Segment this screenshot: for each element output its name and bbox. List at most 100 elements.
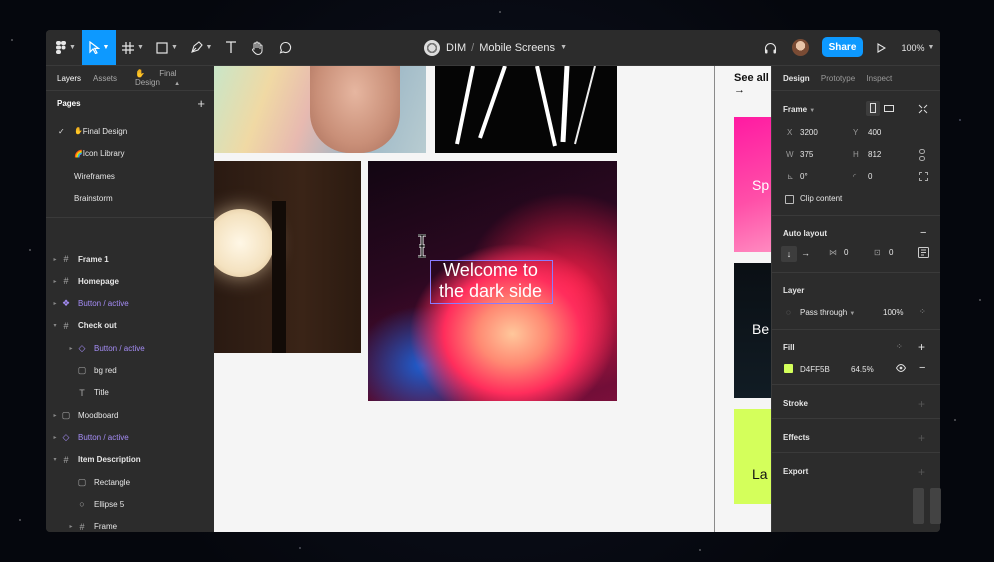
fill-color-swatch[interactable] bbox=[784, 364, 793, 373]
layer-row[interactable]: ▸ ◇ Button / active bbox=[46, 339, 234, 357]
tab-layers[interactable]: Layers bbox=[57, 74, 81, 83]
x-input[interactable]: 3200 bbox=[800, 128, 818, 137]
hero-heading[interactable]: Welcome to the dark side bbox=[430, 260, 551, 302]
frame-tool-button[interactable]: ▼ bbox=[118, 30, 148, 65]
page-item[interactable]: Wireframes bbox=[46, 167, 226, 185]
add-effect-icon[interactable]: + bbox=[918, 431, 925, 445]
layer-row[interactable]: ▸ # Frame bbox=[46, 518, 234, 532]
layer-row[interactable]: ▢ Rectangle bbox=[46, 473, 234, 491]
expand-right-icon[interactable]: ▸ bbox=[50, 300, 60, 307]
pink-card[interactable]: Sp bbox=[734, 117, 771, 252]
tab-assets[interactable]: Assets bbox=[93, 74, 117, 83]
constrain-proportions-icon[interactable] bbox=[919, 149, 925, 163]
tab-prototype[interactable]: Prototype bbox=[821, 74, 855, 83]
visibility-options-icon[interactable]: ⁘ bbox=[919, 307, 926, 316]
rotation-input[interactable]: 0° bbox=[800, 172, 808, 181]
file-title[interactable]: DIM / Mobile Screens ▼ bbox=[424, 30, 567, 65]
comment-tool-button[interactable] bbox=[274, 30, 296, 65]
layer-label: Ellipse 5 bbox=[94, 499, 125, 509]
main-menu-button[interactable]: ▼ bbox=[50, 30, 82, 65]
see-all-link[interactable]: See all → bbox=[734, 72, 771, 96]
add-export-icon[interactable]: + bbox=[918, 465, 925, 479]
independent-corners-icon[interactable] bbox=[919, 172, 928, 183]
expand-down-icon[interactable]: ▾ bbox=[50, 456, 60, 463]
eye-icon[interactable] bbox=[895, 363, 907, 374]
neon-lines-photo[interactable] bbox=[435, 66, 617, 153]
layer-row[interactable]: ▸ # Frame 1 bbox=[46, 250, 218, 268]
text-tool-button[interactable] bbox=[220, 30, 242, 65]
hand-tool-button[interactable] bbox=[246, 30, 268, 65]
remove-auto-layout-icon[interactable]: − bbox=[920, 227, 926, 239]
page-item[interactable]: Brainstorm bbox=[46, 190, 226, 208]
resize-to-fit-icon[interactable] bbox=[918, 104, 928, 116]
w-input[interactable]: 375 bbox=[800, 150, 813, 159]
padding-input[interactable]: 0 bbox=[889, 248, 893, 257]
page-item[interactable]: ✓ ✋ Final Design bbox=[46, 122, 226, 140]
expand-right-icon[interactable]: ▸ bbox=[50, 256, 60, 263]
page-item[interactable]: 🌈 Icon Library bbox=[46, 145, 226, 163]
effects-header[interactable]: Effects bbox=[783, 433, 810, 442]
layer-row[interactable]: ▢ bg red bbox=[46, 362, 234, 380]
layer-row[interactable]: ▾ # Check out bbox=[46, 317, 218, 335]
fill-styles-icon[interactable]: ⁘ bbox=[896, 342, 903, 351]
vertical-direction-button[interactable]: ↓ bbox=[781, 246, 797, 262]
hand-photo[interactable] bbox=[214, 66, 426, 153]
horizontal-direction-button[interactable]: → bbox=[801, 248, 810, 258]
page-label: Brainstorm bbox=[74, 194, 113, 203]
team-logo-icon bbox=[424, 39, 440, 56]
page-switcher[interactable]: ✋ Final Design ▲ bbox=[135, 69, 202, 87]
dark-card[interactable]: Be bbox=[734, 263, 771, 398]
layer-row[interactable]: ▸ # Homepage bbox=[46, 272, 218, 290]
user-avatar[interactable] bbox=[792, 39, 809, 56]
layer-row[interactable]: ▸ ▢ Moodboard bbox=[46, 406, 218, 424]
stroke-header[interactable]: Stroke bbox=[783, 399, 808, 408]
page-label: Wireframes bbox=[74, 171, 115, 181]
expand-right-icon[interactable]: ▸ bbox=[50, 278, 60, 285]
cursor-arrow-icon bbox=[88, 41, 100, 54]
audio-button[interactable] bbox=[760, 30, 780, 65]
clip-content-checkbox[interactable] bbox=[785, 195, 794, 204]
y-input[interactable]: 400 bbox=[868, 128, 881, 137]
canvas[interactable]: Welcome to the dark side See all → Sp Be… bbox=[214, 66, 771, 532]
add-fill-icon[interactable]: + bbox=[918, 340, 925, 354]
export-header[interactable]: Export bbox=[783, 467, 808, 476]
landscape-toggle[interactable] bbox=[884, 105, 894, 114]
layer-row[interactable]: ▸ ❖ Button / active bbox=[46, 295, 218, 313]
shape-tool-button[interactable]: ▼ bbox=[152, 30, 182, 65]
portrait-toggle[interactable] bbox=[866, 101, 880, 116]
frame-type-dropdown[interactable]: Frame ▼ bbox=[783, 105, 815, 114]
layer-opacity-input[interactable]: 100% bbox=[883, 308, 903, 317]
move-tool-button[interactable]: ▼ bbox=[82, 30, 116, 65]
zoom-level: 100% bbox=[901, 42, 925, 53]
tab-inspect[interactable]: Inspect bbox=[866, 74, 892, 83]
panel-divider bbox=[46, 217, 214, 218]
expand-right-icon[interactable]: ▸ bbox=[50, 434, 60, 441]
corner-radius-input[interactable]: 0 bbox=[868, 172, 872, 181]
layer-row[interactable]: ▸ ◇ Button / active bbox=[46, 428, 218, 446]
fill-hex-input[interactable]: D4FF5B bbox=[800, 365, 830, 374]
layer-row[interactable]: ▾ # Item Description bbox=[46, 451, 218, 469]
expand-right-icon[interactable]: ▸ bbox=[50, 412, 60, 419]
blend-mode-dropdown[interactable]: Pass through ▼ bbox=[800, 308, 855, 317]
remove-fill-icon[interactable]: − bbox=[919, 362, 925, 374]
add-page-icon[interactable]: + bbox=[197, 96, 205, 111]
pen-tool-button[interactable]: ▼ bbox=[186, 30, 216, 65]
layer-row[interactable]: T Title bbox=[46, 384, 234, 402]
gradient-hero-card[interactable]: Welcome to the dark side bbox=[368, 161, 617, 401]
layer-row[interactable]: ○ Ellipse 5 bbox=[46, 495, 234, 513]
h-input[interactable]: 812 bbox=[868, 150, 881, 159]
fill-opacity-input[interactable]: 64.5% bbox=[851, 365, 874, 374]
expand-right-icon[interactable]: ▸ bbox=[66, 345, 76, 352]
lamp-pole bbox=[272, 201, 286, 353]
present-button[interactable] bbox=[872, 30, 890, 65]
tab-design[interactable]: Design bbox=[783, 74, 810, 83]
expand-down-icon[interactable]: ▾ bbox=[50, 322, 60, 329]
zoom-dropdown[interactable]: 100% ▼ bbox=[898, 30, 938, 65]
alignment-icon[interactable] bbox=[918, 247, 929, 260]
lime-card[interactable]: La bbox=[734, 409, 771, 504]
add-stroke-icon[interactable]: + bbox=[918, 397, 925, 411]
share-button[interactable]: Share bbox=[822, 37, 863, 57]
spacing-input[interactable]: 0 bbox=[844, 248, 848, 257]
lamp-photo[interactable] bbox=[214, 161, 361, 353]
expand-right-icon[interactable]: ▸ bbox=[66, 523, 76, 530]
